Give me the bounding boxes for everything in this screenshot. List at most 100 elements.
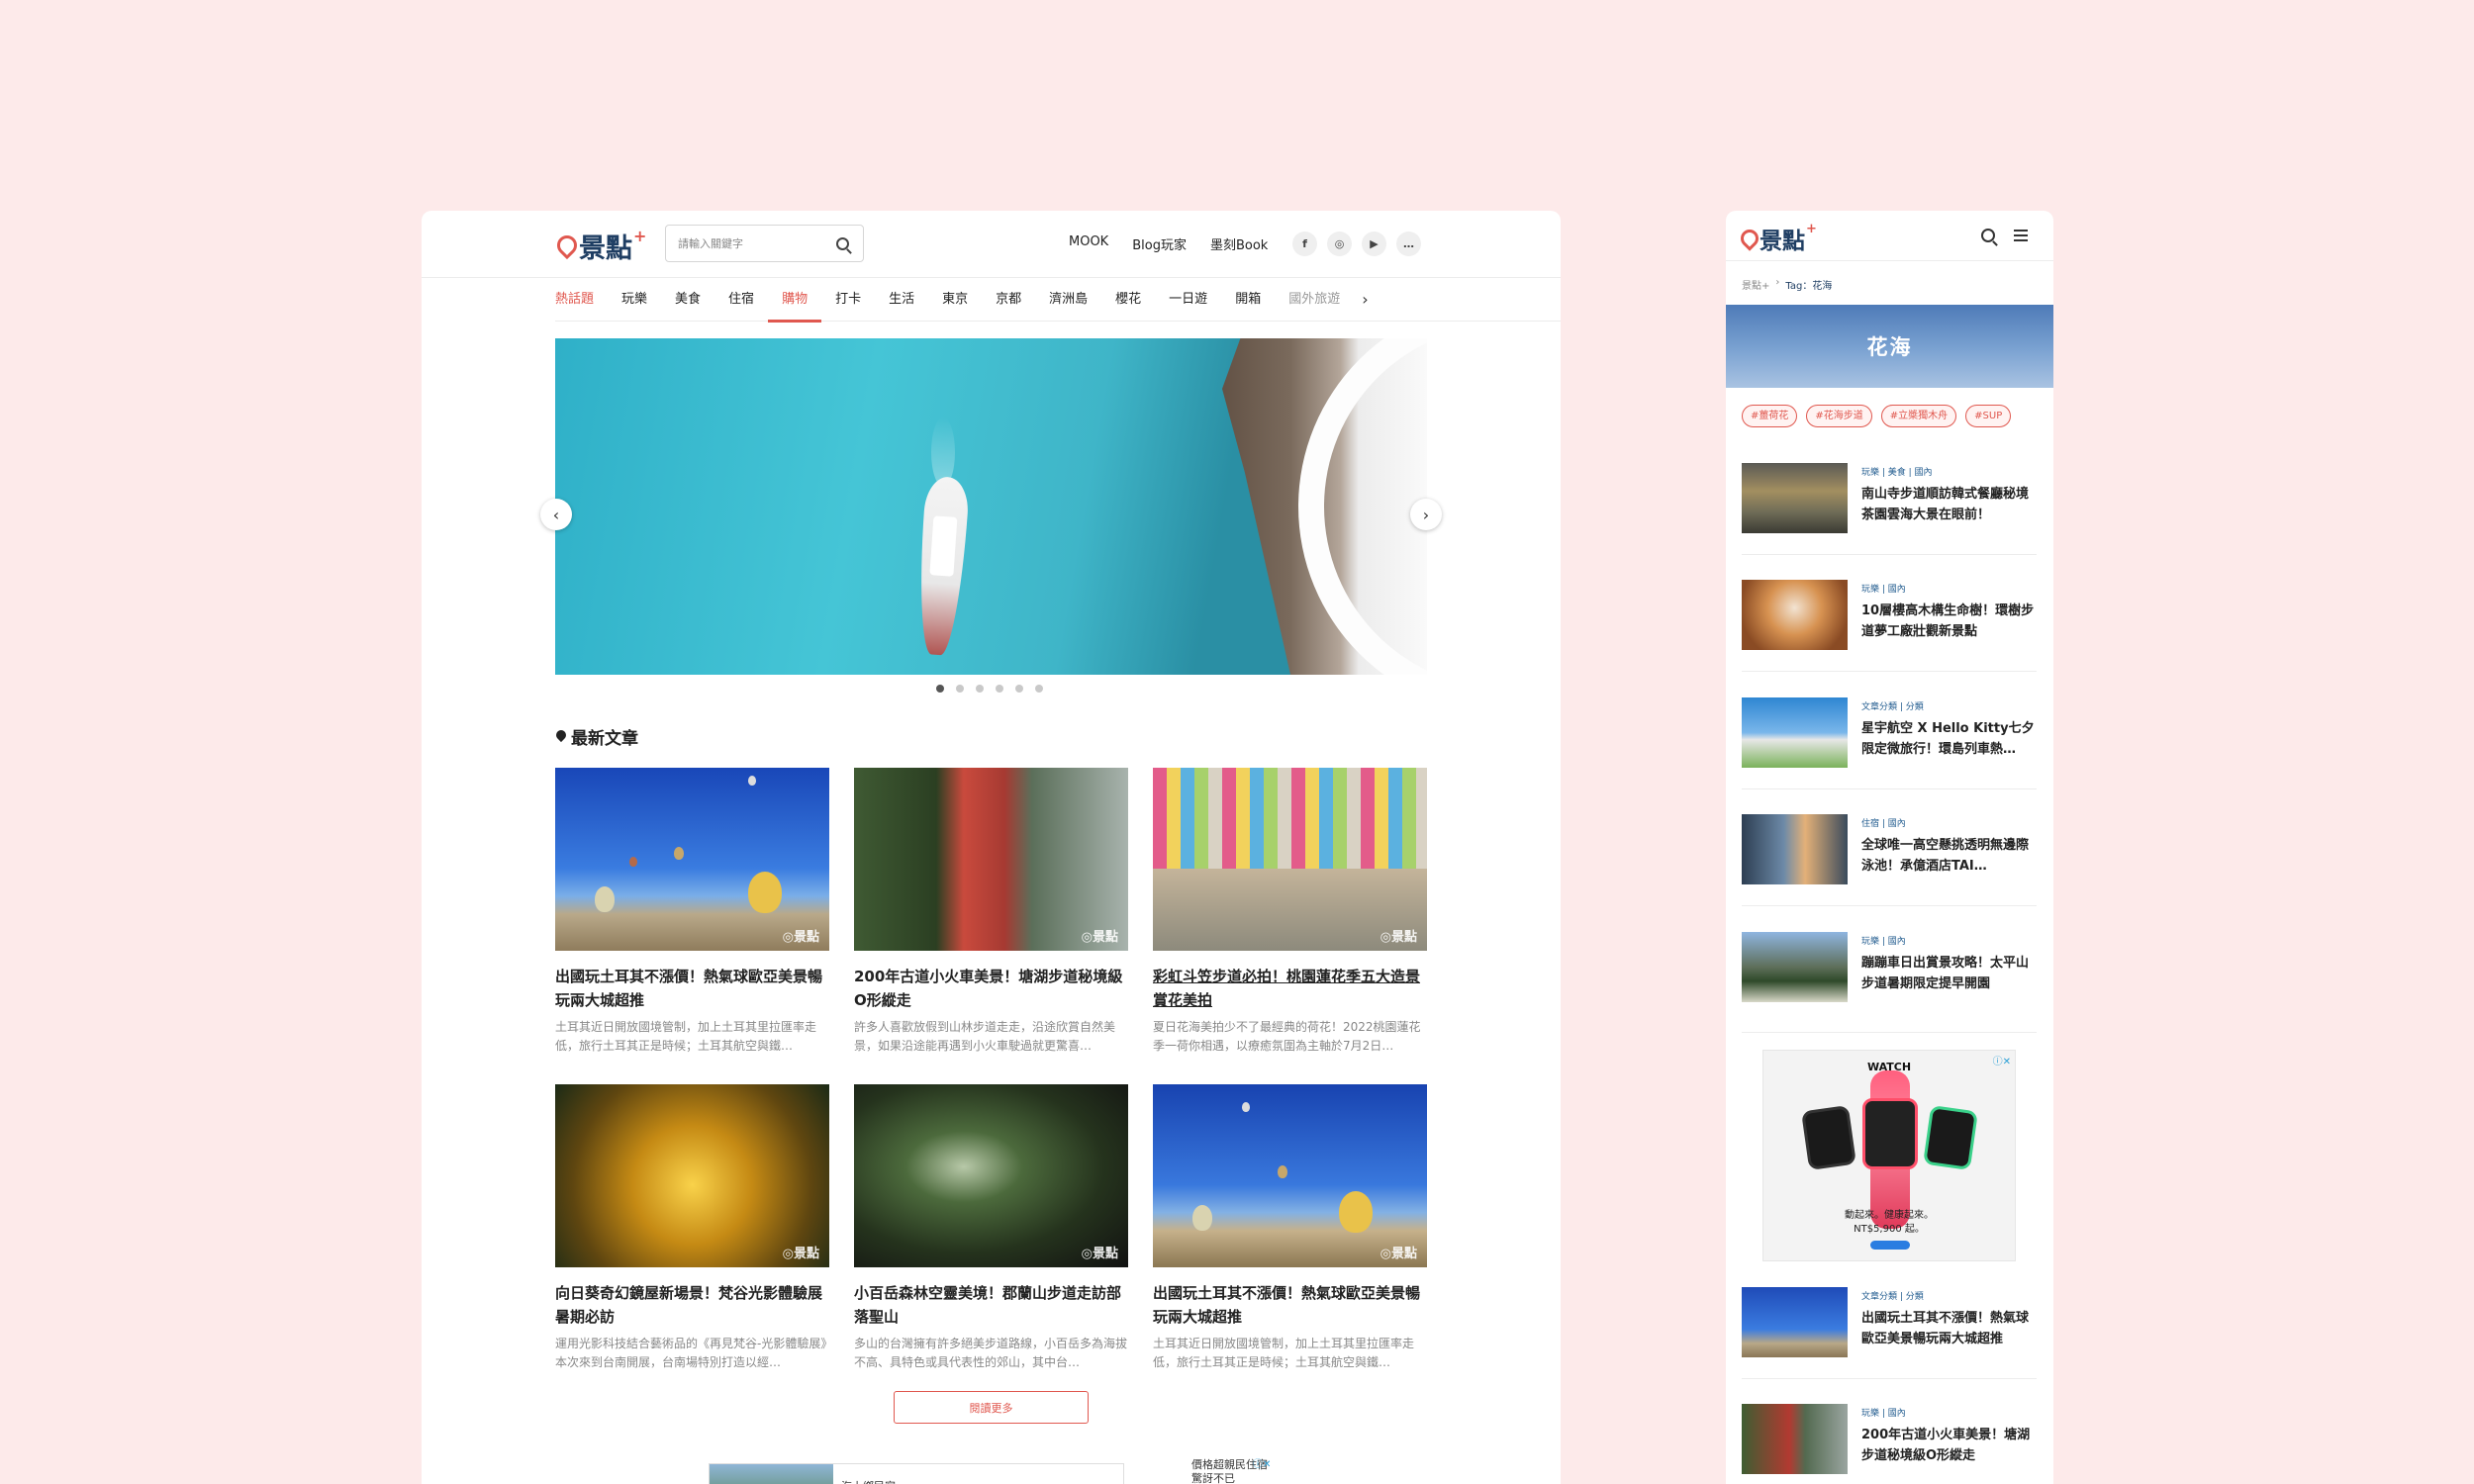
article-title[interactable]: 彩虹斗笠步道必拍！桃園蓮花季五大造景賞花美拍 xyxy=(1153,965,1427,1012)
search-icon[interactable] xyxy=(836,237,849,250)
list-item[interactable]: 住宿 | 國內 全球唯一高空懸挑透明無邊際泳池！承億酒店TAI… xyxy=(1742,804,2037,906)
carousel-dot[interactable] xyxy=(936,685,944,693)
article-image[interactable]: ◎景點 xyxy=(555,768,829,951)
article-card[interactable]: ◎景點 200年古道小火車美景！塘湖步道秘境級O形縱走 許多人喜歡放假到山林步道… xyxy=(854,768,1128,1056)
article-image[interactable]: ◎景點 xyxy=(854,1084,1128,1267)
hero-carousel-image[interactable] xyxy=(555,338,1427,675)
cat-jeju[interactable]: 濟洲島 xyxy=(1035,278,1101,322)
line-icon[interactable]: … xyxy=(1396,232,1421,256)
cat-checkin[interactable]: 打卡 xyxy=(821,278,875,322)
ad-cta-button[interactable] xyxy=(1870,1241,1910,1250)
list-item[interactable]: 玩樂 | 國內 蹦蹦車日出賞景攻略！太平山步道暑期限定提早開園 xyxy=(1742,922,2037,1033)
list-thumbnail[interactable] xyxy=(1742,814,1848,884)
nav-book[interactable]: 墨刻Book xyxy=(1210,234,1268,253)
list-item[interactable]: 玩樂 | 美食 | 國內 南山寺步道順訪韓式餐廳秘境茶園雲海大景在眼前！ xyxy=(1742,453,2037,555)
list-title[interactable]: 200年古道小火車美景！塘湖步道秘境級O形縱走 xyxy=(1861,1425,2035,1466)
read-more-button[interactable]: 閱讀更多 xyxy=(894,1391,1089,1424)
ad-text: 海上鄉民宿 xyxy=(833,1464,904,1484)
list-category[interactable]: 玩樂 | 國內 xyxy=(1861,934,1906,947)
article-title[interactable]: 出國玩土耳其不漲價！熱氣球歐亞美景暢玩兩大城超推 xyxy=(1153,1281,1427,1329)
article-card[interactable]: ◎景點 向日葵奇幻鏡屋新場景！梵谷光影體驗展暑期必訪 運用光影科技結合藝術品的《… xyxy=(555,1084,829,1372)
carousel-dot[interactable] xyxy=(976,685,984,693)
list-thumbnail[interactable] xyxy=(1742,1404,1848,1474)
search-icon[interactable] xyxy=(1981,229,1995,242)
ad-copy-line1: 動起來。健康起來。 xyxy=(1845,1210,1934,1221)
article-title[interactable]: 向日葵奇幻鏡屋新場景！梵谷光影體驗展暑期必訪 xyxy=(555,1281,829,1329)
article-title[interactable]: 200年古道小火車美景！塘湖步道秘境級O形縱走 xyxy=(854,965,1128,1012)
cat-shopping[interactable]: 購物 xyxy=(768,278,822,323)
site-logo[interactable]: 景點 + xyxy=(555,227,646,265)
list-category[interactable]: 玩樂 | 美食 | 國內 xyxy=(1861,465,1933,478)
article-card[interactable]: ◎景點 彩虹斗笠步道必拍！桃園蓮花季五大造景賞花美拍 夏日花海美拍少不了最經典的… xyxy=(1153,768,1427,1056)
list-title[interactable]: 星宇航空 X Hello Kitty七夕限定微旅行！環島列車熱… xyxy=(1861,718,2035,760)
cat-hot[interactable]: 熱話題 xyxy=(555,278,608,322)
cat-unboxing[interactable]: 開箱 xyxy=(1221,278,1275,322)
cat-tokyo[interactable]: 東京 xyxy=(928,278,982,322)
list-category[interactable]: 文章分類 | 分類 xyxy=(1861,1289,1924,1302)
list-category[interactable]: 住宿 | 國內 xyxy=(1861,816,1906,829)
carousel-dots xyxy=(936,685,1043,693)
tag-chip[interactable]: #SUP xyxy=(1965,405,2012,427)
list-category[interactable]: 文章分類 | 分類 xyxy=(1861,699,1924,712)
article-card[interactable]: ◎景點 小百岳森林空靈美境！郡蘭山步道走訪部落聖山 多山的台灣擁有許多絕美步道路… xyxy=(854,1084,1128,1372)
list-item[interactable]: 玩樂 | 國內 200年古道小火車美景！塘湖步道秘境級O形縱走 xyxy=(1742,1394,2037,1484)
tag-chip[interactable]: #花海步道 xyxy=(1806,405,1872,427)
nav-blog[interactable]: Blog玩家 xyxy=(1132,234,1187,253)
tag-chip[interactable]: #立槳獨木舟 xyxy=(1880,405,1957,427)
facebook-icon[interactable]: f xyxy=(1292,232,1317,256)
breadcrumb-home[interactable]: 景點+ xyxy=(1742,277,1769,292)
carousel-dot[interactable] xyxy=(996,685,1003,693)
chevron-right-icon[interactable]: › xyxy=(1354,278,1376,322)
list-category[interactable]: 玩樂 | 國內 xyxy=(1861,582,1906,595)
list-title[interactable]: 出國玩土耳其不漲價！熱氣球歐亞美景暢玩兩大城超推 xyxy=(1861,1308,2035,1349)
search-input[interactable] xyxy=(678,234,826,252)
chevron-left-icon: ‹ xyxy=(552,505,560,524)
tag-chip[interactable]: #薑荷花 xyxy=(1742,405,1798,427)
carousel-dot[interactable] xyxy=(1015,685,1023,693)
ad-image[interactable] xyxy=(710,1464,833,1484)
cat-play[interactable]: 玩樂 xyxy=(608,278,661,322)
article-card[interactable]: ◎景點 出國玩土耳其不漲價！熱氣球歐亞美景暢玩兩大城超推 土耳其近日開放國境管制… xyxy=(555,768,829,1056)
list-title[interactable]: 全球唯一高空懸挑透明無邊際泳池！承億酒店TAI… xyxy=(1861,835,2035,877)
cat-food[interactable]: 美食 xyxy=(661,278,714,322)
hamburger-menu-icon[interactable] xyxy=(2014,230,2028,241)
cat-stay[interactable]: 住宿 xyxy=(714,278,768,322)
list-thumbnail[interactable] xyxy=(1742,463,1848,533)
cat-sakura[interactable]: 櫻花 xyxy=(1101,278,1155,322)
ad-apple-watch[interactable]: ⓘ✕ WATCH 動起來。健康起來。 NT$5,900 起。 xyxy=(1762,1050,2016,1261)
list-thumbnail[interactable] xyxy=(1742,697,1848,768)
article-card[interactable]: ◎景點 出國玩土耳其不漲價！熱氣球歐亞美景暢玩兩大城超推 土耳其近日開放國境管制… xyxy=(1153,1084,1427,1372)
list-title[interactable]: 蹦蹦車日出賞景攻略！太平山步道暑期限定提早開園 xyxy=(1861,953,2035,994)
cat-kyoto[interactable]: 京都 xyxy=(982,278,1035,322)
article-title[interactable]: 出國玩土耳其不漲價！熱氣球歐亞美景暢玩兩大城超推 xyxy=(555,965,829,1012)
carousel-next-button[interactable]: › xyxy=(1410,499,1442,530)
cat-life[interactable]: 生活 xyxy=(875,278,928,322)
carousel-dot[interactable] xyxy=(1035,685,1043,693)
ad-banner[interactable]: 海上鄉民宿 xyxy=(709,1463,1124,1484)
carousel-prev-button[interactable]: ‹ xyxy=(540,499,572,530)
list-item[interactable]: 文章分類 | 分類 星宇航空 X Hello Kitty七夕限定微旅行！環島列車… xyxy=(1742,688,2037,789)
latest-heading-text: 最新文章 xyxy=(571,729,638,749)
list-thumbnail[interactable] xyxy=(1742,932,1848,1002)
article-image[interactable]: ◎景點 xyxy=(1153,768,1427,951)
article-image[interactable]: ◎景點 xyxy=(1153,1084,1427,1267)
cat-daytrip[interactable]: 一日遊 xyxy=(1155,278,1221,322)
list-item[interactable]: 玩樂 | 國內 10層樓高木構生命樹！環樹步道夢工廠壯觀新景點 xyxy=(1742,570,2037,672)
instagram-icon[interactable]: ◎ xyxy=(1327,232,1352,256)
ad-choice-icon[interactable]: ⓘ✕ xyxy=(1253,1455,1271,1470)
site-logo[interactable]: 景點 + xyxy=(1739,222,1817,255)
list-item[interactable]: 文章分類 | 分類 出國玩土耳其不漲價！熱氣球歐亞美景暢玩兩大城超推 xyxy=(1742,1277,2037,1379)
list-title[interactable]: 南山寺步道順訪韓式餐廳秘境茶園雲海大景在眼前！ xyxy=(1861,484,2035,525)
social-links: f ◎ ▶ … xyxy=(1292,232,1421,256)
article-image[interactable]: ◎景點 xyxy=(854,768,1128,951)
list-category[interactable]: 玩樂 | 國內 xyxy=(1861,1406,1906,1419)
article-title[interactable]: 小百岳森林空靈美境！郡蘭山步道走訪部落聖山 xyxy=(854,1281,1128,1329)
list-thumbnail[interactable] xyxy=(1742,1287,1848,1357)
youtube-icon[interactable]: ▶ xyxy=(1362,232,1386,256)
list-thumbnail[interactable] xyxy=(1742,580,1848,650)
cat-overseas[interactable]: 國外旅遊 xyxy=(1275,278,1354,322)
nav-mook[interactable]: MOOK xyxy=(1069,234,1108,253)
carousel-dot[interactable] xyxy=(956,685,964,693)
list-title[interactable]: 10層樓高木構生命樹！環樹步道夢工廠壯觀新景點 xyxy=(1861,601,2035,642)
article-image[interactable]: ◎景點 xyxy=(555,1084,829,1267)
